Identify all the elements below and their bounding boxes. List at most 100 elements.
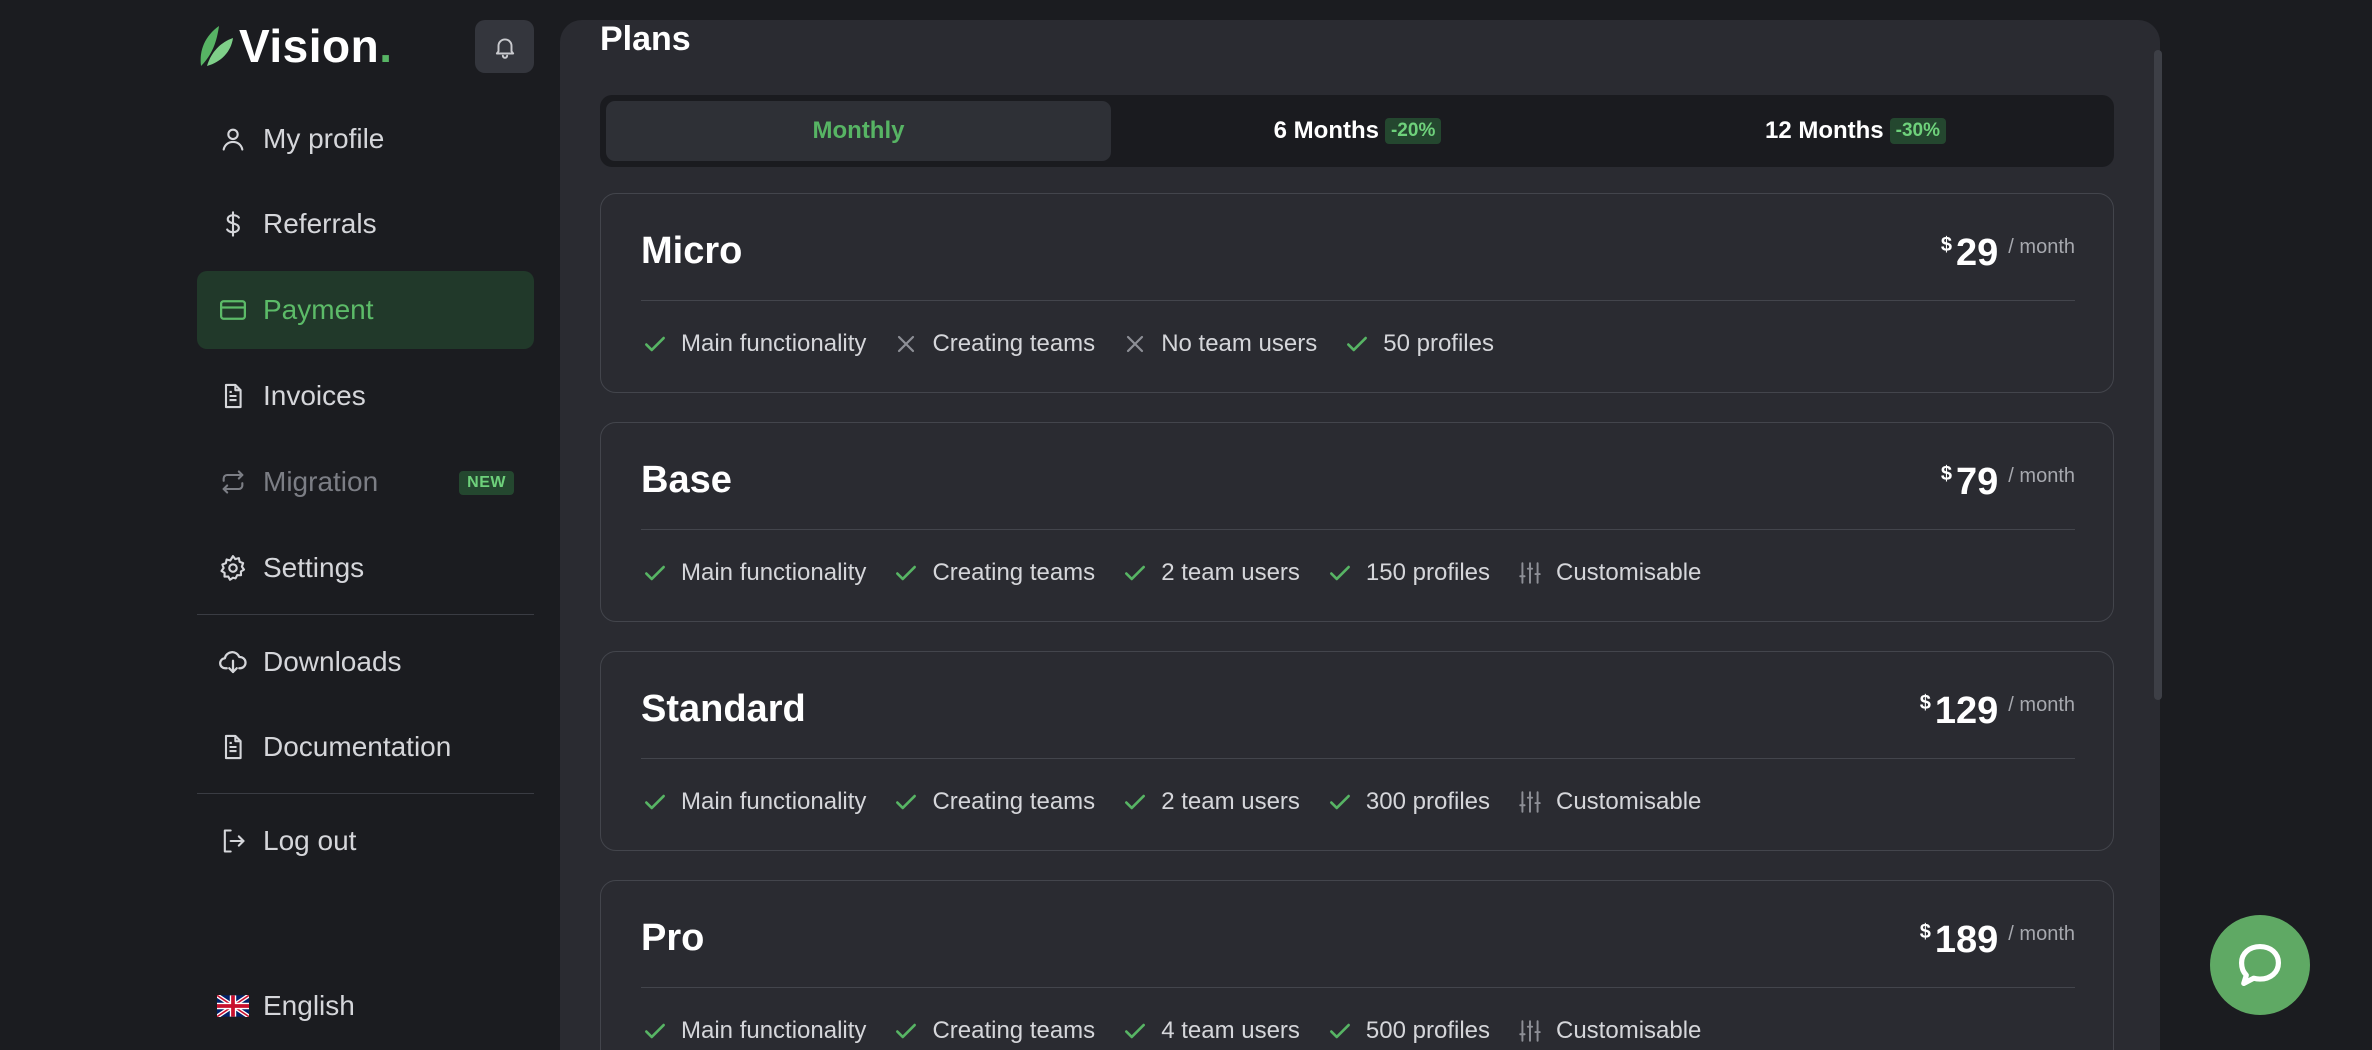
plan-feature: Customisable: [1516, 559, 1701, 587]
notifications-button[interactable]: [475, 20, 534, 73]
discount-badge: -20%: [1384, 118, 1442, 144]
sidebar-item-migration[interactable]: Migration NEW: [197, 443, 534, 521]
billing-period-tabs: Monthly 6 Months -20% 12 Months -30%: [600, 95, 2114, 167]
tab-monthly[interactable]: Monthly: [606, 101, 1111, 161]
plan-card-pro[interactable]: Pro $189 / month Main functionality Creating…: [600, 880, 2114, 1050]
uk-flag-icon: [217, 995, 249, 1017]
tab-6-months[interactable]: 6 Months -20%: [1105, 101, 1610, 161]
scrollbar[interactable]: [2154, 50, 2162, 700]
dollar-icon: [217, 208, 249, 240]
check-icon: [892, 788, 920, 816]
tab-label: 6 Months: [1273, 117, 1379, 144]
chat-button[interactable]: [2210, 915, 2310, 1015]
sidebar-item-downloads[interactable]: Downloads: [197, 623, 534, 701]
price-currency: $: [1919, 921, 1931, 943]
plan-feature: Customisable: [1516, 1017, 1701, 1045]
cross-icon: [892, 330, 920, 358]
sidebar-item-payment[interactable]: Payment: [197, 271, 534, 349]
sidebar-item-settings[interactable]: Settings: [197, 529, 534, 607]
plan-price: $129 / month: [1920, 690, 2075, 732]
feature-label: 50 profiles: [1383, 330, 1494, 357]
cloud-download-icon: [217, 646, 249, 678]
feature-label: Customisable: [1556, 559, 1702, 586]
check-icon: [1326, 1017, 1354, 1045]
plan-card-base[interactable]: Base $79 / month Main functionality Creating…: [600, 422, 2114, 622]
sidebar-item-label: Migration: [263, 466, 379, 497]
app: Vision. My profile Referrals Payment Inv…: [0, 0, 2372, 1050]
sidebar-divider: [197, 614, 534, 615]
plan-feature: 2 team users: [1121, 788, 1300, 816]
tab-label: Monthly: [812, 117, 905, 144]
sidebar-item-invoices[interactable]: Invoices: [197, 357, 534, 435]
price-currency: $: [1940, 463, 1953, 485]
plan-features: Main functionality Creating teams 4 team u…: [641, 1011, 1727, 1050]
sidebar-item-label: My profile: [263, 123, 385, 154]
plan-feature: Main functionality: [641, 1017, 866, 1045]
check-icon: [1326, 559, 1354, 587]
plan-feature: 4 team users: [1121, 1017, 1300, 1045]
sidebar-item-my-profile[interactable]: My profile: [197, 100, 534, 178]
plan-feature: 300 profiles: [1326, 788, 1490, 816]
plan-divider: [641, 758, 2075, 759]
brand-name: Vision.: [239, 20, 393, 72]
sidebar-item-label: Log out: [263, 825, 357, 856]
price-amount: 129: [1934, 690, 1999, 732]
price-amount: 79: [1956, 461, 1999, 503]
check-icon: [1121, 1017, 1149, 1045]
feature-label: 300 profiles: [1365, 788, 1490, 815]
plan-divider: [641, 529, 2075, 530]
plan-card-standard[interactable]: Standard $129 / month Main functionality Cre…: [600, 651, 2114, 851]
feature-label: Creating teams: [932, 1017, 1096, 1044]
feature-label: Creating teams: [932, 330, 1096, 357]
plan-features: Main functionality Creating teams 2 team u…: [641, 782, 1727, 822]
check-icon: [641, 788, 669, 816]
sidebar-item-referrals[interactable]: Referrals: [197, 185, 534, 263]
sliders-icon: [1516, 1017, 1544, 1045]
tab-label: 12 Months: [1764, 117, 1884, 144]
plan-card-micro[interactable]: Micro $29 / month Main functionality Creatin…: [600, 193, 2114, 393]
check-icon: [1121, 788, 1149, 816]
sidebar-divider: [197, 793, 534, 794]
plan-features: Main functionality Creating teams 2 team u…: [641, 553, 1727, 593]
sidebar-item-documentation[interactable]: Documentation: [197, 708, 534, 786]
tab-12-months[interactable]: 12 Months -30%: [1603, 101, 2108, 161]
check-icon: [1121, 559, 1149, 587]
check-icon: [641, 1017, 669, 1045]
sliders-icon: [1516, 559, 1544, 587]
feature-label: Customisable: [1556, 1017, 1702, 1044]
document-icon: [217, 731, 249, 763]
feature-label: No team users: [1161, 330, 1318, 357]
plan-feature: Main functionality: [641, 330, 866, 358]
cross-icon: [1121, 330, 1149, 358]
feature-label: 2 team users: [1161, 788, 1300, 815]
plan-feature: Main functionality: [641, 559, 866, 587]
feature-label: Customisable: [1556, 788, 1702, 815]
leaf-logo-icon: [200, 26, 233, 66]
feature-label: Creating teams: [932, 788, 1096, 815]
plan-price: $189 / month: [1920, 919, 2075, 961]
language-selector[interactable]: English: [217, 990, 355, 1022]
sidebar-item-label: Settings: [263, 552, 365, 583]
plan-divider: [641, 987, 2075, 988]
plan-feature: 50 profiles: [1343, 330, 1494, 358]
plan-feature: Creating teams: [892, 559, 1095, 587]
plan-features: Main functionality Creating teams No team …: [641, 324, 1520, 364]
plan-feature: 150 profiles: [1326, 559, 1490, 587]
plan-feature: Customisable: [1516, 788, 1701, 816]
price-period: / month: [2008, 694, 2075, 716]
credit-card-icon: [217, 294, 249, 326]
sliders-icon: [1516, 788, 1544, 816]
sidebar-item-log-out[interactable]: Log out: [197, 802, 534, 880]
plan-name: Micro: [641, 230, 743, 272]
check-icon: [1326, 788, 1354, 816]
plan-feature: Creating teams: [892, 330, 1095, 358]
plans-panel: Plans Monthly 6 Months -20% 12 Months -3…: [560, 20, 2160, 1050]
swap-icon: [217, 466, 249, 498]
price-amount: 29: [1956, 232, 1999, 274]
logo[interactable]: Vision.: [197, 18, 392, 74]
check-icon: [641, 330, 669, 358]
price-period: / month: [2008, 236, 2075, 258]
plan-feature: Creating teams: [892, 788, 1095, 816]
plan-divider: [641, 300, 2075, 301]
plan-name: Pro: [641, 917, 705, 959]
